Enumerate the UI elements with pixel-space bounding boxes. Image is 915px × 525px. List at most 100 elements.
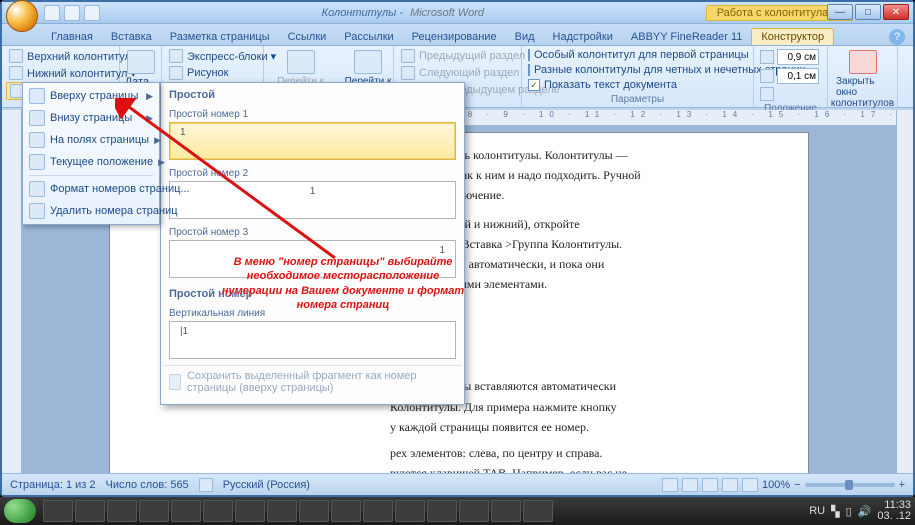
zoom-level[interactable]: 100% bbox=[762, 479, 790, 491]
maximize-button[interactable]: □ bbox=[855, 4, 881, 20]
start-button[interactable] bbox=[4, 499, 36, 523]
status-bar: Страница: 1 из 2 Число слов: 565 Русский… bbox=[2, 473, 913, 495]
taskbar-item[interactable] bbox=[395, 500, 425, 522]
first-page-checkbox[interactable]: Особый колонтитул для первой страницы bbox=[526, 48, 749, 62]
view-read-icon[interactable] bbox=[682, 478, 698, 492]
undo-icon[interactable] bbox=[64, 5, 80, 21]
office-button[interactable] bbox=[6, 0, 38, 32]
taskbar-item[interactable] bbox=[363, 500, 393, 522]
taskbar-item[interactable] bbox=[299, 500, 329, 522]
picture-button[interactable]: Рисунок bbox=[166, 65, 259, 81]
menu-format-page-numbers[interactable]: Формат номеров страниц... bbox=[25, 178, 157, 200]
status-page[interactable]: Страница: 1 из 2 bbox=[10, 479, 96, 491]
view-draft-icon[interactable] bbox=[742, 478, 758, 492]
taskbar-item[interactable] bbox=[171, 500, 201, 522]
ribbon-tabs: Главная Вставка Разметка страницы Ссылки… bbox=[2, 24, 913, 46]
taskbar-item[interactable] bbox=[235, 500, 265, 522]
tab-review[interactable]: Рецензирование bbox=[403, 29, 506, 45]
system-tray[interactable]: RU ▚ ▯ 🔊 11:33 03. .12 bbox=[809, 500, 911, 522]
calendar-icon bbox=[127, 50, 155, 74]
group-options-label: Параметры bbox=[526, 93, 749, 105]
tab-references[interactable]: Ссылки bbox=[279, 29, 336, 45]
taskbar-item[interactable] bbox=[331, 500, 361, 522]
zoom-out-button[interactable]: − bbox=[794, 479, 800, 491]
taskbar-item[interactable] bbox=[107, 500, 137, 522]
taskbar-item[interactable] bbox=[75, 500, 105, 522]
menu-top-of-page[interactable]: Вверху страницы▶ bbox=[25, 85, 157, 107]
network-icon[interactable]: ▯ bbox=[846, 505, 852, 518]
format-icon bbox=[29, 181, 45, 197]
tab-abbyy[interactable]: ABBYY FineReader 11 bbox=[622, 29, 752, 45]
goto-header-icon bbox=[287, 50, 315, 74]
taskbar-item[interactable] bbox=[523, 500, 553, 522]
tab-page-layout[interactable]: Разметка страницы bbox=[161, 29, 279, 45]
menu-page-margins[interactable]: На полях страницы▶ bbox=[25, 129, 157, 151]
volume-icon[interactable]: 🔊 bbox=[858, 505, 872, 518]
tab-view[interactable]: Вид bbox=[506, 29, 544, 45]
menu-remove-page-numbers[interactable]: Удалить номера страниц bbox=[25, 200, 157, 222]
gallery-item-vline[interactable]: |1 bbox=[169, 321, 456, 359]
vertical-scrollbar[interactable] bbox=[896, 110, 913, 473]
insert-align-tab[interactable] bbox=[758, 86, 823, 102]
vertical-ruler[interactable] bbox=[2, 110, 22, 473]
chevron-right-icon: ▶ bbox=[146, 113, 153, 124]
status-words[interactable]: Число слов: 565 bbox=[106, 479, 189, 491]
save-icon[interactable] bbox=[44, 5, 60, 21]
taskbar-item[interactable] bbox=[203, 500, 233, 522]
view-outline-icon[interactable] bbox=[722, 478, 738, 492]
taskbar-item[interactable] bbox=[491, 500, 521, 522]
checkbox-icon bbox=[528, 64, 530, 76]
close-hf-icon bbox=[849, 50, 877, 74]
gallery-item-label: Простой номер 2 bbox=[169, 166, 456, 181]
gallery-heading: Простой bbox=[163, 85, 462, 105]
close-header-footer-button[interactable]: Закрыть окноколонтитулов bbox=[832, 48, 893, 111]
show-text-checkbox[interactable]: ✓Показать текст документа bbox=[526, 78, 749, 92]
gallery-item-simple-2[interactable]: 1 bbox=[169, 181, 456, 219]
taskbar-item[interactable] bbox=[139, 500, 169, 522]
prev-section-button: Предыдущий раздел bbox=[398, 48, 517, 64]
tab-home[interactable]: Главная bbox=[42, 29, 102, 45]
pos-current-icon bbox=[29, 154, 45, 170]
checkbox-icon bbox=[528, 49, 530, 61]
taskbar-item[interactable] bbox=[43, 500, 73, 522]
footer-from-bottom[interactable] bbox=[758, 67, 823, 85]
close-button[interactable]: ✕ bbox=[883, 4, 909, 20]
window-title: Колонтитулы - Microsoft Word bbox=[100, 7, 706, 19]
menu-bottom-of-page[interactable]: Внизу страницы▶ bbox=[25, 107, 157, 129]
spin-top-icon bbox=[760, 50, 774, 64]
footer-button[interactable]: Нижний колонтитул ▾ bbox=[6, 65, 115, 81]
header-button[interactable]: Верхний колонтитул ▾ bbox=[6, 48, 115, 64]
tab-insert[interactable]: Вставка bbox=[102, 29, 161, 45]
quick-parts-button[interactable]: Экспресс-блоки ▾ bbox=[166, 48, 259, 64]
header-icon bbox=[9, 49, 23, 63]
taskbar-item[interactable] bbox=[267, 500, 297, 522]
body-text: руются клавишей TAB. Например, если вас … bbox=[390, 465, 768, 473]
help-icon[interactable]: ? bbox=[889, 29, 905, 45]
tray-date[interactable]: 03. .12 bbox=[877, 511, 911, 522]
status-language[interactable]: Русский (Россия) bbox=[223, 479, 310, 491]
pos-top-icon bbox=[29, 88, 45, 104]
flag-icon[interactable]: ▚ bbox=[831, 505, 839, 518]
taskbar-item[interactable] bbox=[459, 500, 489, 522]
windows-taskbar: RU ▚ ▯ 🔊 11:33 03. .12 bbox=[0, 497, 915, 525]
tab-addins[interactable]: Надстройки bbox=[544, 29, 622, 45]
taskbar-item[interactable] bbox=[427, 500, 457, 522]
pos-margin-icon bbox=[29, 132, 45, 148]
zoom-slider[interactable] bbox=[805, 483, 895, 487]
tab-design[interactable]: Конструктор bbox=[751, 28, 834, 45]
view-web-icon[interactable] bbox=[702, 478, 718, 492]
chevron-right-icon: ▶ bbox=[158, 157, 165, 168]
gallery-item-simple-1[interactable]: 1 bbox=[169, 122, 456, 160]
tab-mailings[interactable]: Рассылки bbox=[335, 29, 402, 45]
page-number-menu: Вверху страницы▶ Внизу страницы▶ На поля… bbox=[22, 82, 160, 225]
zoom-in-button[interactable]: + bbox=[899, 479, 905, 491]
odd-even-checkbox[interactable]: Разные колонтитулы для четных и нечетных… bbox=[526, 63, 749, 77]
minimize-button[interactable]: — bbox=[827, 4, 853, 20]
tray-language[interactable]: RU bbox=[809, 505, 825, 517]
redo-icon[interactable] bbox=[84, 5, 100, 21]
view-print-icon[interactable] bbox=[662, 478, 678, 492]
header-from-top[interactable] bbox=[758, 48, 823, 66]
spellcheck-icon[interactable] bbox=[199, 478, 213, 492]
menu-current-position[interactable]: Текущее положение▶ bbox=[25, 151, 157, 173]
save-fragment-icon bbox=[169, 374, 181, 390]
